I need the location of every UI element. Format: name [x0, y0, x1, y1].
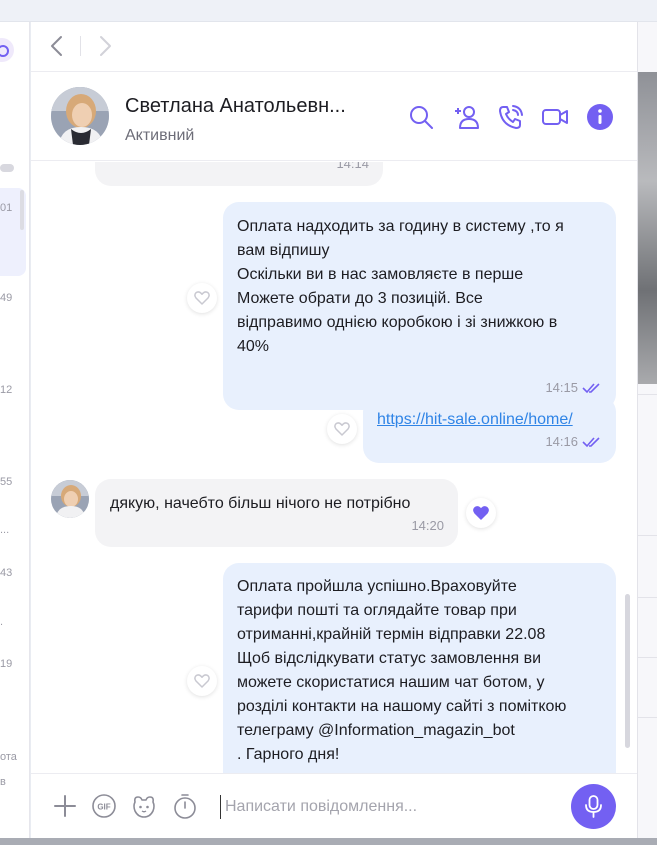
- more-options-icon[interactable]: [0, 164, 14, 172]
- message-bubble-outgoing[interactable]: Оплата пройшла успішно.Враховуйте тарифи…: [223, 563, 616, 773]
- read-receipt-icon: [582, 383, 600, 394]
- message-input[interactable]: [225, 792, 555, 822]
- viber-logo-icon[interactable]: [0, 38, 14, 62]
- info-divider: [638, 597, 657, 598]
- message-list-scrollbar[interactable]: [625, 594, 630, 748]
- microphone-button[interactable]: [571, 784, 616, 829]
- svg-text:GIF: GIF: [97, 803, 110, 812]
- taskbar-edge: [0, 838, 657, 845]
- message-list[interactable]: 14:14 Оплата надходить за годину в систе…: [31, 162, 637, 773]
- message-composer: GIF: [31, 773, 637, 838]
- message-bubble-outgoing[interactable]: https://hit-sale.online/home/ 14:16: [363, 396, 616, 463]
- info-divider: [638, 535, 657, 536]
- message-link[interactable]: https://hit-sale.online/home/: [377, 408, 601, 432]
- chat-list-panel: 01 49 12 55 ... 43 . 19 ота в: [0, 22, 30, 838]
- message-meta: 14:16: [545, 430, 602, 454]
- call-icon[interactable]: [497, 103, 525, 131]
- message-text: Оплата надходить за годину в систему ,то…: [237, 218, 564, 355]
- heart-like-icon[interactable]: [327, 414, 357, 444]
- navigation-bar: [31, 22, 637, 72]
- timer-icon[interactable]: [172, 793, 198, 819]
- chat-list-preview: ...: [0, 524, 10, 536]
- contact-avatar[interactable]: [51, 87, 109, 145]
- sticker-icon[interactable]: [131, 793, 157, 819]
- info-divider: [638, 394, 657, 395]
- message-time: 14:20: [411, 518, 444, 533]
- info-panel: [637, 22, 657, 838]
- chevron-left-icon[interactable]: [47, 34, 67, 58]
- heart-liked-icon[interactable]: [466, 498, 496, 528]
- text-cursor: [220, 795, 221, 819]
- chat-list-time: 12: [0, 384, 13, 396]
- heart-like-icon[interactable]: [187, 666, 217, 696]
- message-time: 14:14: [336, 162, 369, 171]
- search-icon[interactable]: [407, 103, 435, 131]
- chevron-right-icon[interactable]: [95, 34, 115, 58]
- message-bubble-incoming[interactable]: дякую, начебто більш нічого не потрібно …: [95, 479, 458, 547]
- info-divider: [638, 717, 657, 718]
- message-bubble-incoming[interactable]: 14:14: [95, 162, 383, 186]
- chat-list-time: 19: [0, 658, 13, 670]
- heart-like-icon[interactable]: [187, 283, 217, 313]
- contact-status: Активний: [125, 127, 195, 144]
- chat-list-scrollbar[interactable]: [20, 190, 24, 230]
- message-bubble-outgoing[interactable]: Оплата надходить за годину в систему ,то…: [223, 202, 616, 410]
- message-time: 14:16: [545, 434, 578, 449]
- chat-header: Светлана Анатольевн... Активний: [31, 73, 637, 161]
- chat-panel: Светлана Анатольевн... Активний 14:14 Оп…: [31, 22, 637, 838]
- chat-list-time: 55: [0, 476, 13, 488]
- read-receipt-icon: [582, 437, 600, 448]
- gif-icon[interactable]: GIF: [91, 793, 117, 819]
- message-text: Оплата пройшла успішно.Враховуйте тарифи…: [237, 578, 567, 763]
- microphone-icon: [585, 795, 602, 818]
- contact-name[interactable]: Светлана Анатольевн...: [125, 95, 346, 118]
- window-top-bar: [0, 0, 657, 22]
- message-text: дякую, начебто більш нічого не потрібно: [110, 495, 411, 512]
- chat-list-time: 01: [0, 202, 13, 214]
- add-participant-icon[interactable]: [453, 103, 481, 131]
- info-divider: [638, 657, 657, 658]
- contact-avatar-small[interactable]: [51, 480, 89, 518]
- chat-list-time: 49: [0, 292, 13, 304]
- chat-list-preview: в: [0, 776, 6, 788]
- chat-list-preview: ота: [0, 751, 17, 763]
- chat-list-time: 43: [0, 567, 13, 579]
- nav-divider: [80, 36, 81, 56]
- chat-list-preview: .: [0, 616, 4, 628]
- plus-icon[interactable]: [52, 793, 78, 819]
- info-icon[interactable]: [586, 103, 614, 131]
- contact-photo-preview[interactable]: [638, 72, 657, 384]
- video-call-icon[interactable]: [541, 103, 569, 131]
